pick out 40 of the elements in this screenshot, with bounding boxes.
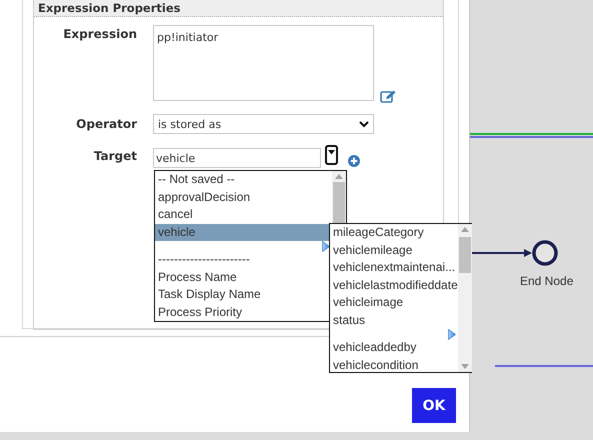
chevron-down-icon: [359, 120, 369, 128]
operator-select[interactable]: is stored as: [153, 114, 374, 134]
field-label: Expression: [63, 27, 137, 41]
list-option[interactable]: vehicle: [155, 224, 332, 241]
list-option[interactable]: vehiclemileage: [330, 242, 458, 259]
end-node[interactable]: [532, 240, 558, 266]
list-option[interactable]: vehiclelastmodifieddate: [330, 276, 458, 294]
sub-menu[interactable]: mileageCategory vehiclemileage vehiclenextmaintenai... vehiclelastmodifieddate vehicleimage status vehicleaddedby vehiclecondition: [329, 223, 472, 373]
edit-icon[interactable]: [380, 90, 396, 103]
field-label: Target: [94, 149, 137, 163]
list-option[interactable]: Process Name: [155, 268, 332, 286]
scroll-up-icon[interactable]: [335, 174, 343, 179]
scroll-thumb[interactable]: [458, 237, 471, 273]
list-option[interactable]: mileageCategory: [330, 224, 458, 242]
scrollbar[interactable]: [458, 224, 472, 372]
section-title: Expression Properties: [38, 1, 180, 15]
scrollbar[interactable]: [332, 171, 346, 223]
ok-button[interactable]: OK: [412, 388, 456, 423]
list-option[interactable]: -----------------------: [155, 251, 332, 268]
list-option[interactable]: cancel: [155, 206, 332, 224]
list-option[interactable]: Task Display Name: [155, 286, 332, 304]
list-option[interactable]: vehiclenextmaintenai...: [330, 259, 458, 276]
list-option[interactable]: vehicleaddedby: [330, 339, 458, 356]
field-label: Operator: [76, 117, 137, 131]
target-field[interactable]: vehicle: [153, 148, 321, 168]
add-icon[interactable]: [348, 155, 360, 167]
list-option[interactable]: Process Priority: [155, 304, 332, 321]
list-option[interactable]: -- Not saved --: [155, 171, 332, 188]
expand-arrow-icon[interactable]: [322, 240, 330, 252]
scroll-up-icon[interactable]: [460, 227, 469, 232]
list-option[interactable]: status: [330, 312, 458, 329]
scroll-thumb[interactable]: [333, 182, 345, 223]
list-option[interactable]: vehicleimage: [330, 294, 458, 312]
caret-down-icon: [328, 150, 335, 155]
list-option[interactable]: vehiclecondition: [330, 356, 458, 374]
expression-field[interactable]: pp!initiator: [153, 25, 374, 101]
scroll-down-icon[interactable]: [460, 364, 469, 369]
dropdown-button[interactable]: [325, 145, 338, 165]
flow-arrow[interactable]: [471, 249, 532, 257]
list-option[interactable]: approvalDecision: [155, 188, 332, 206]
